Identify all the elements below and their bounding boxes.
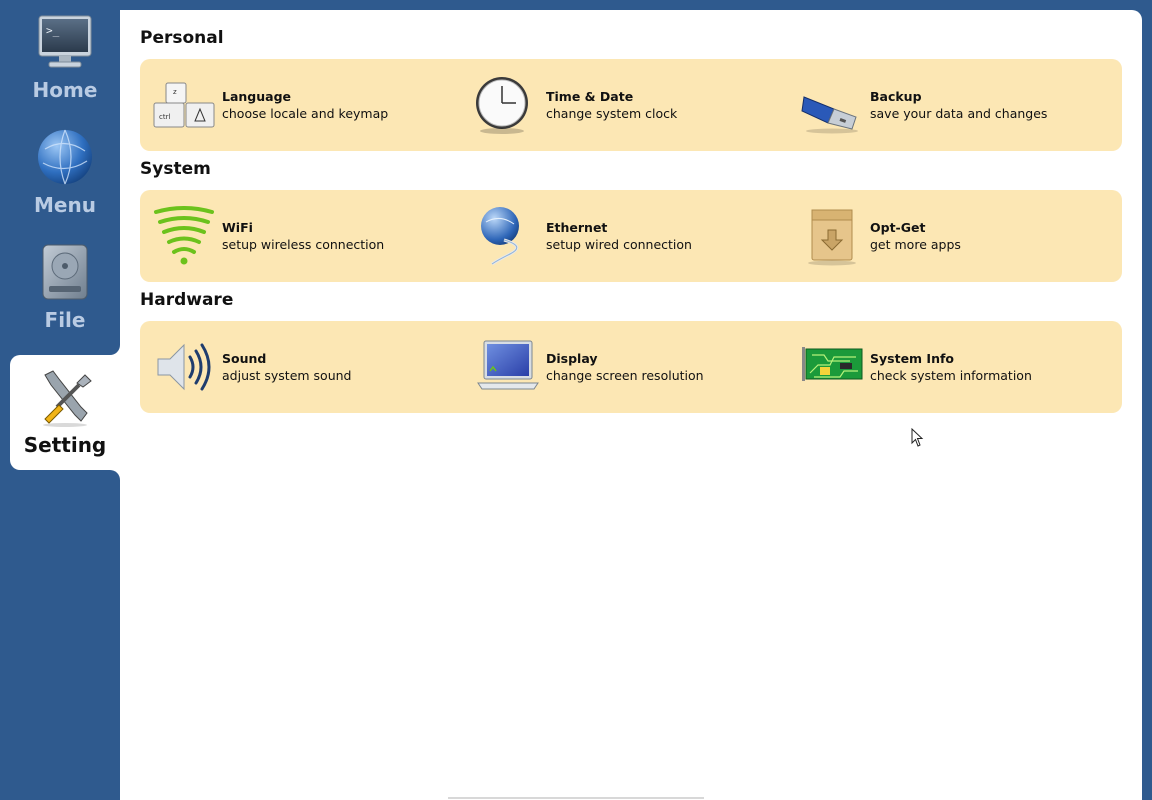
tile-description: adjust system sound <box>222 368 352 383</box>
monitor-icon: >_ <box>38 15 92 68</box>
tile-title: Opt-Get <box>870 220 926 235</box>
tile-title: Sound <box>222 351 267 366</box>
wifi-icon <box>154 206 214 265</box>
tile-time-date[interactable]: Time & Date change system clock <box>464 59 784 151</box>
sidebar: >_ Home Menu File Setting <box>0 0 120 800</box>
clock-icon <box>476 77 528 134</box>
section-panel-hardware: Sound adjust system sound Display change… <box>140 321 1122 413</box>
svg-text:ctrl: ctrl <box>159 113 170 121</box>
circuit-board-icon <box>802 347 863 381</box>
hard-drive-icon <box>42 244 88 300</box>
tile-system-info[interactable]: System Info check system information <box>788 321 1108 413</box>
tile-wifi[interactable]: WiFi setup wireless connection <box>140 190 460 282</box>
speaker-icon <box>157 343 211 391</box>
bottom-divider <box>448 797 704 799</box>
tab-corner <box>110 345 120 355</box>
tile-description: get more apps <box>870 237 961 252</box>
settings-panel: Personal z ctrl Language choose locale a… <box>120 10 1142 800</box>
tile-description: setup wired connection <box>546 237 692 252</box>
ethernet-icon <box>481 207 519 266</box>
mouse-pointer-icon <box>911 428 924 447</box>
tile-description: setup wireless connection <box>222 237 385 252</box>
svg-text:>_: >_ <box>46 24 60 37</box>
tile-description: change screen resolution <box>546 368 704 383</box>
tile-sound[interactable]: Sound adjust system sound <box>140 321 460 413</box>
sidebar-item-file[interactable]: File <box>10 230 120 345</box>
sidebar-item-label: Setting <box>23 433 107 457</box>
section-title-system: System <box>140 159 211 179</box>
tile-description: change system clock <box>546 106 678 121</box>
keyboard-icon: z ctrl <box>153 82 215 128</box>
tile-display[interactable]: Display change screen resolution <box>464 321 784 413</box>
package-icon <box>808 209 856 266</box>
tile-title: Ethernet <box>546 220 608 235</box>
tile-opt-get[interactable]: Opt-Get get more apps <box>788 190 1108 282</box>
sidebar-item-menu[interactable]: Menu <box>10 115 120 230</box>
sidebar-item-setting[interactable]: Setting <box>10 355 120 470</box>
tile-description: choose locale and keymap <box>222 106 389 121</box>
tile-title: Backup <box>870 89 922 104</box>
sidebar-item-home[interactable]: >_ Home <box>10 0 120 115</box>
section-title-personal: Personal <box>140 28 224 48</box>
svg-text:z: z <box>173 88 177 96</box>
tools-icon <box>43 370 92 427</box>
section-panel-system: WiFi setup wireless connection Ethernet … <box>140 190 1122 282</box>
tile-title: Time & Date <box>546 89 634 104</box>
tile-description: save your data and changes <box>870 106 1048 121</box>
tile-ethernet[interactable]: Ethernet setup wired connection <box>464 190 784 282</box>
section-title-hardware: Hardware <box>140 290 234 310</box>
tile-title: Display <box>546 351 598 366</box>
sidebar-item-label: File <box>44 308 86 332</box>
laptop-icon <box>477 340 539 390</box>
tile-title: WiFi <box>222 220 253 235</box>
globe-icon <box>38 129 92 185</box>
sidebar-item-label: Menu <box>34 193 96 217</box>
section-panel-personal: z ctrl Language choose locale and keymap… <box>140 59 1122 151</box>
tab-corner <box>110 470 120 480</box>
tile-description: check system information <box>870 368 1032 383</box>
sidebar-item-label: Home <box>32 78 98 102</box>
tile-language[interactable]: z ctrl Language choose locale and keymap <box>140 59 460 151</box>
tile-title: Language <box>222 89 292 104</box>
tile-title: System Info <box>870 351 954 366</box>
usb-drive-icon <box>801 96 858 134</box>
tile-backup[interactable]: Backup save your data and changes <box>788 59 1108 151</box>
